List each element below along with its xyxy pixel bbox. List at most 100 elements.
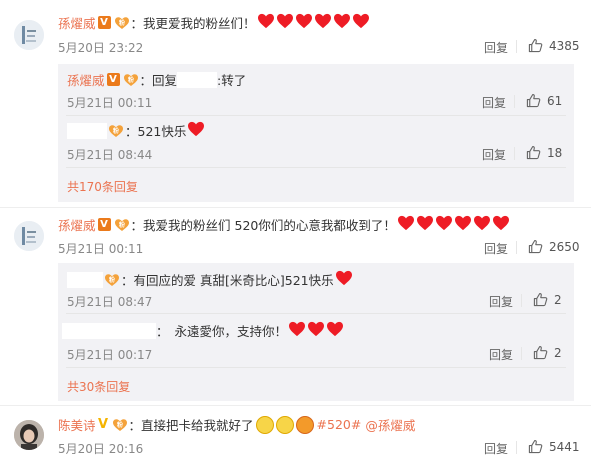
- thumbs-up-icon: [533, 292, 548, 307]
- verified-v-icon: V: [97, 417, 109, 432]
- colon: ：: [128, 418, 142, 433]
- fan-badge-icon: [104, 273, 120, 287]
- reply-text: 521快乐: [137, 124, 187, 139]
- username-link[interactable]: 孫燿威: [58, 215, 96, 234]
- divider: [66, 313, 566, 314]
- timestamp: 5月21日 08:44: [67, 148, 153, 162]
- topic-link[interactable]: #520#: [317, 417, 362, 432]
- divider: [516, 441, 517, 454]
- colon: ：: [130, 218, 144, 233]
- divider: [521, 294, 522, 307]
- reply-line: 孫燿威 V ： 回复 :转了: [67, 70, 246, 89]
- redacted-username: [67, 271, 103, 288]
- timestamp: 5月21日 00:11: [67, 96, 153, 110]
- reply-button[interactable]: 回复: [482, 146, 506, 163]
- colon: ：: [139, 73, 153, 88]
- divider: [516, 40, 517, 53]
- smile-emoji-icon: [255, 415, 274, 434]
- username-link[interactable]: 孫燿威: [58, 13, 96, 32]
- divider: [66, 367, 566, 368]
- divider: [521, 347, 522, 360]
- divider: [514, 147, 515, 160]
- avatar[interactable]: [14, 221, 44, 251]
- like-button[interactable]: 2: [533, 345, 562, 360]
- like-count: 18: [547, 145, 563, 160]
- comment-text: 我更爱我的粉丝们！: [143, 16, 256, 31]
- reply-prefix: 回复: [152, 73, 178, 88]
- mention-link[interactable]: @孫燿威: [365, 415, 415, 434]
- redacted-username: [62, 322, 156, 339]
- reply-text: 有回应的爱 真甜[米奇比心]521快乐: [133, 273, 334, 288]
- grin-emoji-icon: [275, 415, 294, 434]
- verified-v-icon: V: [106, 73, 120, 86]
- like-button[interactable]: 61: [526, 93, 562, 108]
- colon: ：: [125, 124, 138, 139]
- reply-button[interactable]: 回复: [484, 440, 508, 457]
- timestamp: 5月21日 08:47: [67, 295, 153, 309]
- reply-text: 永遠愛你，支持你！: [174, 324, 288, 339]
- verified-v-icon: V: [97, 16, 111, 29]
- timestamp: 5月21日 00:17: [67, 348, 153, 362]
- red-heart-icon: [334, 270, 353, 289]
- view-more-replies-link[interactable]: 共170条回复: [67, 178, 138, 195]
- colon: ：: [121, 273, 134, 288]
- verified-v-icon: V: [97, 218, 111, 231]
- comment-line: 孫燿威 V ： 我更爱我的粉丝们！: [58, 13, 370, 32]
- reply-button[interactable]: 回复: [484, 39, 508, 56]
- fan-badge-icon: [108, 124, 124, 138]
- divider: [0, 207, 591, 208]
- comment-line: 孫燿威 V ： 我爱我的粉丝们 520你们的心意我都收到了！: [58, 215, 510, 234]
- fan-badge-icon: [114, 218, 130, 232]
- reply-button[interactable]: 回复: [484, 240, 508, 257]
- like-button[interactable]: 4385: [528, 38, 580, 53]
- red-heart-icon: [287, 321, 344, 340]
- fan-badge-icon: [114, 16, 130, 30]
- thumbs-up-icon: [528, 38, 543, 53]
- like-count: 5441: [549, 439, 580, 454]
- comment-text: 我爱我的粉丝们 520你们的心意我都收到了！: [143, 218, 396, 233]
- red-heart-icon: [256, 13, 370, 32]
- fan-badge-icon: [123, 73, 139, 87]
- like-count: 2: [554, 345, 562, 360]
- like-count: 61: [547, 93, 563, 108]
- red-heart-icon: [186, 121, 205, 140]
- comment-text: 直接把卡给我就好了: [141, 418, 254, 433]
- username-link[interactable]: 陈美诗: [58, 415, 96, 434]
- divider: [0, 405, 591, 406]
- laugh-emoji-icon: [295, 415, 314, 434]
- view-more-replies-link[interactable]: 共30条回复: [67, 378, 130, 395]
- like-button[interactable]: 18: [526, 145, 562, 160]
- redacted-username: [67, 122, 107, 139]
- like-button[interactable]: 5441: [528, 439, 580, 454]
- like-count: 2: [554, 292, 562, 307]
- red-heart-icon: [396, 215, 510, 234]
- timestamp: 5月21日 00:11: [58, 242, 144, 256]
- like-button[interactable]: 2650: [528, 239, 580, 254]
- reply-button[interactable]: 回复: [482, 94, 506, 111]
- divider: [66, 115, 566, 116]
- divider: [514, 95, 515, 108]
- thumbs-up-icon: [526, 145, 541, 160]
- thumbs-up-icon: [528, 439, 543, 454]
- thumbs-up-icon: [533, 345, 548, 360]
- reply-button[interactable]: 回复: [489, 346, 513, 363]
- reply-text: :转了: [217, 73, 247, 88]
- comment-line: 陈美诗 V ： 直接把卡给我就好了 #520# @孫燿威: [58, 415, 415, 434]
- reply-line: ： 永遠愛你，支持你！: [62, 321, 344, 340]
- reply-button[interactable]: 回复: [489, 293, 513, 310]
- like-button[interactable]: 2: [533, 292, 562, 307]
- thumbs-up-icon: [528, 239, 543, 254]
- fan-badge-icon: [112, 418, 128, 432]
- like-count: 2650: [549, 239, 580, 254]
- timestamp: 5月20日 23:22: [58, 41, 144, 55]
- reply-line: ： 有回应的爱 真甜[米奇比心]521快乐: [67, 270, 353, 289]
- colon: ：: [156, 324, 169, 339]
- timestamp: 5月20日 20:16: [58, 442, 144, 456]
- avatar[interactable]: [14, 420, 44, 450]
- colon: ：: [130, 16, 144, 31]
- reply-line: ： 521快乐: [67, 121, 205, 140]
- divider: [516, 241, 517, 254]
- username-link[interactable]: 孫燿威: [67, 70, 105, 89]
- avatar[interactable]: [14, 20, 44, 50]
- thumbs-up-icon: [526, 93, 541, 108]
